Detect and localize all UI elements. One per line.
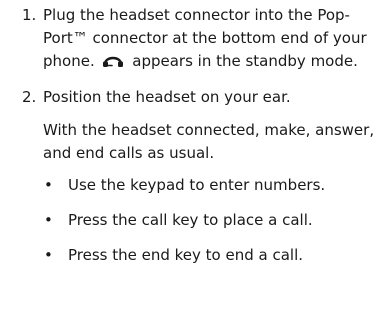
- step-text-part: appears in the standby mode.: [127, 52, 358, 70]
- step-text: Plug the headset connector into the Pop-…: [43, 4, 377, 73]
- bullet-glyph: •: [44, 176, 53, 194]
- list-item: • Press the end key to end a call.: [43, 244, 377, 267]
- headset-icon: [103, 56, 124, 67]
- step-number: 1.: [22, 6, 37, 24]
- list-item-text: Press the end key to end a call.: [68, 246, 304, 264]
- step-text: Position the headset on your ear.: [43, 88, 291, 106]
- step-2: 2. Position the headset on your ear. Wit…: [0, 86, 385, 267]
- step-paragraph: With the headset connected, make, answer…: [43, 121, 375, 162]
- list-item-text: Use the keypad to enter numbers.: [68, 176, 326, 194]
- list-item-text: Press the call key to place a call.: [68, 211, 313, 229]
- bullet-list: • Use the keypad to enter numbers. • Pre…: [43, 174, 377, 267]
- list-item: • Use the keypad to enter numbers.: [43, 174, 377, 197]
- step-number: 2.: [22, 88, 37, 106]
- list-item: • Press the call key to place a call.: [43, 209, 377, 232]
- step-1: 1. Plug the headset connector into the P…: [0, 4, 385, 73]
- bullet-glyph: •: [44, 211, 53, 229]
- bullet-glyph: •: [44, 246, 53, 264]
- instruction-document: 1. Plug the headset connector into the P…: [0, 4, 385, 279]
